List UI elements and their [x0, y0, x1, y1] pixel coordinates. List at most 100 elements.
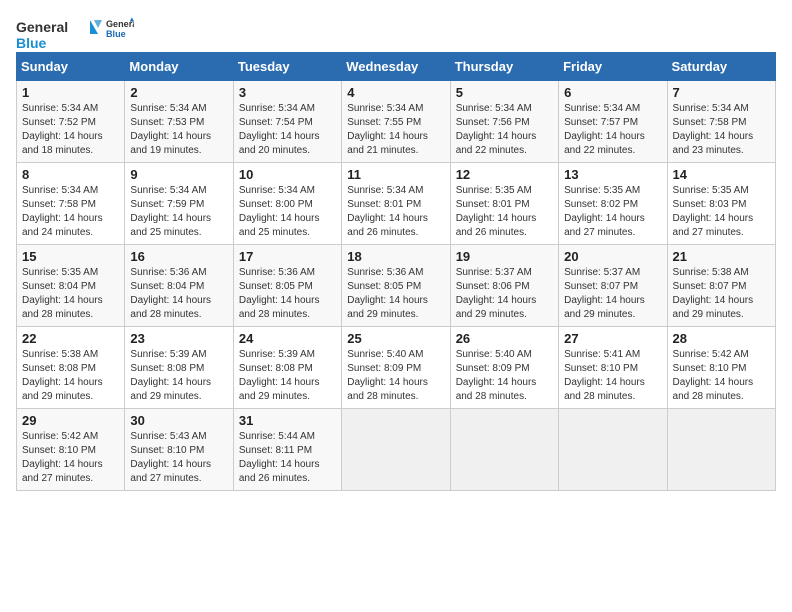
day-number: 8 [22, 167, 119, 182]
calendar-day-cell: 18 Sunrise: 5:36 AMSunset: 8:05 PMDaylig… [342, 245, 450, 327]
day-info: Sunrise: 5:35 AMSunset: 8:04 PMDaylight:… [22, 266, 119, 322]
calendar-day-cell: 28 Sunrise: 5:42 AMSunset: 8:10 PMDaylig… [667, 327, 775, 409]
day-info: Sunrise: 5:37 AMSunset: 8:06 PMDaylight:… [456, 266, 553, 322]
day-number: 21 [673, 249, 770, 264]
day-number: 28 [673, 331, 770, 346]
day-number: 4 [347, 85, 444, 100]
day-info: Sunrise: 5:35 AMSunset: 8:01 PMDaylight:… [456, 184, 553, 240]
day-info: Sunrise: 5:34 AMSunset: 8:00 PMDaylight:… [239, 184, 336, 240]
calendar-day-cell [667, 409, 775, 491]
logo: General Blue [106, 16, 134, 44]
day-info: Sunrise: 5:34 AMSunset: 7:52 PMDaylight:… [22, 102, 119, 158]
calendar-day-cell: 23 Sunrise: 5:39 AMSunset: 8:08 PMDaylig… [125, 327, 233, 409]
day-number: 19 [456, 249, 553, 264]
calendar-day-cell [450, 409, 558, 491]
day-number: 16 [130, 249, 227, 264]
calendar-day-cell [559, 409, 667, 491]
day-number: 7 [673, 85, 770, 100]
day-number: 10 [239, 167, 336, 182]
day-info: Sunrise: 5:34 AMSunset: 8:01 PMDaylight:… [347, 184, 444, 240]
day-info: Sunrise: 5:38 AMSunset: 8:07 PMDaylight:… [673, 266, 770, 322]
calendar-day-cell: 9 Sunrise: 5:34 AMSunset: 7:59 PMDayligh… [125, 163, 233, 245]
day-info: Sunrise: 5:38 AMSunset: 8:08 PMDaylight:… [22, 348, 119, 404]
calendar-day-cell: 12 Sunrise: 5:35 AMSunset: 8:01 PMDaylig… [450, 163, 558, 245]
calendar-week-row: 29 Sunrise: 5:42 AMSunset: 8:10 PMDaylig… [17, 409, 776, 491]
calendar-day-cell: 22 Sunrise: 5:38 AMSunset: 8:08 PMDaylig… [17, 327, 125, 409]
svg-text:Blue: Blue [106, 29, 126, 39]
calendar-week-row: 22 Sunrise: 5:38 AMSunset: 8:08 PMDaylig… [17, 327, 776, 409]
calendar-day-cell: 13 Sunrise: 5:35 AMSunset: 8:02 PMDaylig… [559, 163, 667, 245]
calendar-day-cell: 15 Sunrise: 5:35 AMSunset: 8:04 PMDaylig… [17, 245, 125, 327]
day-number: 29 [22, 413, 119, 428]
weekday-header-monday: Monday [125, 53, 233, 81]
day-number: 25 [347, 331, 444, 346]
calendar-day-cell: 11 Sunrise: 5:34 AMSunset: 8:01 PMDaylig… [342, 163, 450, 245]
day-info: Sunrise: 5:36 AMSunset: 8:05 PMDaylight:… [347, 266, 444, 322]
day-info: Sunrise: 5:37 AMSunset: 8:07 PMDaylight:… [564, 266, 661, 322]
weekday-header-tuesday: Tuesday [233, 53, 341, 81]
logo-svg: General Blue [16, 16, 106, 54]
day-number: 3 [239, 85, 336, 100]
day-info: Sunrise: 5:42 AMSunset: 8:10 PMDaylight:… [22, 430, 119, 486]
calendar-day-cell: 3 Sunrise: 5:34 AMSunset: 7:54 PMDayligh… [233, 81, 341, 163]
day-number: 1 [22, 85, 119, 100]
day-number: 24 [239, 331, 336, 346]
calendar-day-cell: 4 Sunrise: 5:34 AMSunset: 7:55 PMDayligh… [342, 81, 450, 163]
day-info: Sunrise: 5:34 AMSunset: 7:54 PMDaylight:… [239, 102, 336, 158]
day-number: 30 [130, 413, 227, 428]
day-number: 22 [22, 331, 119, 346]
weekday-header-saturday: Saturday [667, 53, 775, 81]
calendar-day-cell: 29 Sunrise: 5:42 AMSunset: 8:10 PMDaylig… [17, 409, 125, 491]
day-info: Sunrise: 5:35 AMSunset: 8:02 PMDaylight:… [564, 184, 661, 240]
calendar-day-cell: 8 Sunrise: 5:34 AMSunset: 7:58 PMDayligh… [17, 163, 125, 245]
calendar-day-cell: 21 Sunrise: 5:38 AMSunset: 8:07 PMDaylig… [667, 245, 775, 327]
calendar-day-cell [342, 409, 450, 491]
day-number: 31 [239, 413, 336, 428]
day-info: Sunrise: 5:35 AMSunset: 8:03 PMDaylight:… [673, 184, 770, 240]
day-number: 20 [564, 249, 661, 264]
calendar-day-cell: 24 Sunrise: 5:39 AMSunset: 8:08 PMDaylig… [233, 327, 341, 409]
day-info: Sunrise: 5:42 AMSunset: 8:10 PMDaylight:… [673, 348, 770, 404]
weekday-header-friday: Friday [559, 53, 667, 81]
calendar-day-cell: 17 Sunrise: 5:36 AMSunset: 8:05 PMDaylig… [233, 245, 341, 327]
svg-text:Blue: Blue [16, 35, 47, 51]
calendar-day-cell: 20 Sunrise: 5:37 AMSunset: 8:07 PMDaylig… [559, 245, 667, 327]
svg-text:General: General [106, 19, 134, 29]
day-number: 11 [347, 167, 444, 182]
calendar-day-cell: 10 Sunrise: 5:34 AMSunset: 8:00 PMDaylig… [233, 163, 341, 245]
day-info: Sunrise: 5:41 AMSunset: 8:10 PMDaylight:… [564, 348, 661, 404]
calendar-day-cell: 5 Sunrise: 5:34 AMSunset: 7:56 PMDayligh… [450, 81, 558, 163]
day-number: 26 [456, 331, 553, 346]
calendar-day-cell: 19 Sunrise: 5:37 AMSunset: 8:06 PMDaylig… [450, 245, 558, 327]
day-number: 17 [239, 249, 336, 264]
calendar-day-cell: 14 Sunrise: 5:35 AMSunset: 8:03 PMDaylig… [667, 163, 775, 245]
day-info: Sunrise: 5:44 AMSunset: 8:11 PMDaylight:… [239, 430, 336, 486]
day-info: Sunrise: 5:34 AMSunset: 7:59 PMDaylight:… [130, 184, 227, 240]
calendar-day-cell: 27 Sunrise: 5:41 AMSunset: 8:10 PMDaylig… [559, 327, 667, 409]
calendar-day-cell: 31 Sunrise: 5:44 AMSunset: 8:11 PMDaylig… [233, 409, 341, 491]
day-number: 23 [130, 331, 227, 346]
day-info: Sunrise: 5:34 AMSunset: 7:58 PMDaylight:… [673, 102, 770, 158]
calendar-day-cell: 25 Sunrise: 5:40 AMSunset: 8:09 PMDaylig… [342, 327, 450, 409]
logo-container: General Blue [16, 16, 106, 54]
page-header: General Blue [106, 16, 776, 44]
day-info: Sunrise: 5:34 AMSunset: 7:55 PMDaylight:… [347, 102, 444, 158]
calendar-day-cell: 1 Sunrise: 5:34 AMSunset: 7:52 PMDayligh… [17, 81, 125, 163]
day-number: 18 [347, 249, 444, 264]
day-number: 5 [456, 85, 553, 100]
day-number: 12 [456, 167, 553, 182]
day-number: 13 [564, 167, 661, 182]
day-info: Sunrise: 5:36 AMSunset: 8:05 PMDaylight:… [239, 266, 336, 322]
day-number: 9 [130, 167, 227, 182]
day-info: Sunrise: 5:36 AMSunset: 8:04 PMDaylight:… [130, 266, 227, 322]
day-info: Sunrise: 5:39 AMSunset: 8:08 PMDaylight:… [130, 348, 227, 404]
svg-text:General: General [16, 19, 68, 35]
day-number: 2 [130, 85, 227, 100]
logo-icon: General Blue [106, 16, 134, 44]
weekday-header-row: SundayMondayTuesdayWednesdayThursdayFrid… [17, 53, 776, 81]
day-info: Sunrise: 5:34 AMSunset: 7:58 PMDaylight:… [22, 184, 119, 240]
day-number: 15 [22, 249, 119, 264]
day-info: Sunrise: 5:40 AMSunset: 8:09 PMDaylight:… [456, 348, 553, 404]
calendar-day-cell: 2 Sunrise: 5:34 AMSunset: 7:53 PMDayligh… [125, 81, 233, 163]
calendar-day-cell: 26 Sunrise: 5:40 AMSunset: 8:09 PMDaylig… [450, 327, 558, 409]
